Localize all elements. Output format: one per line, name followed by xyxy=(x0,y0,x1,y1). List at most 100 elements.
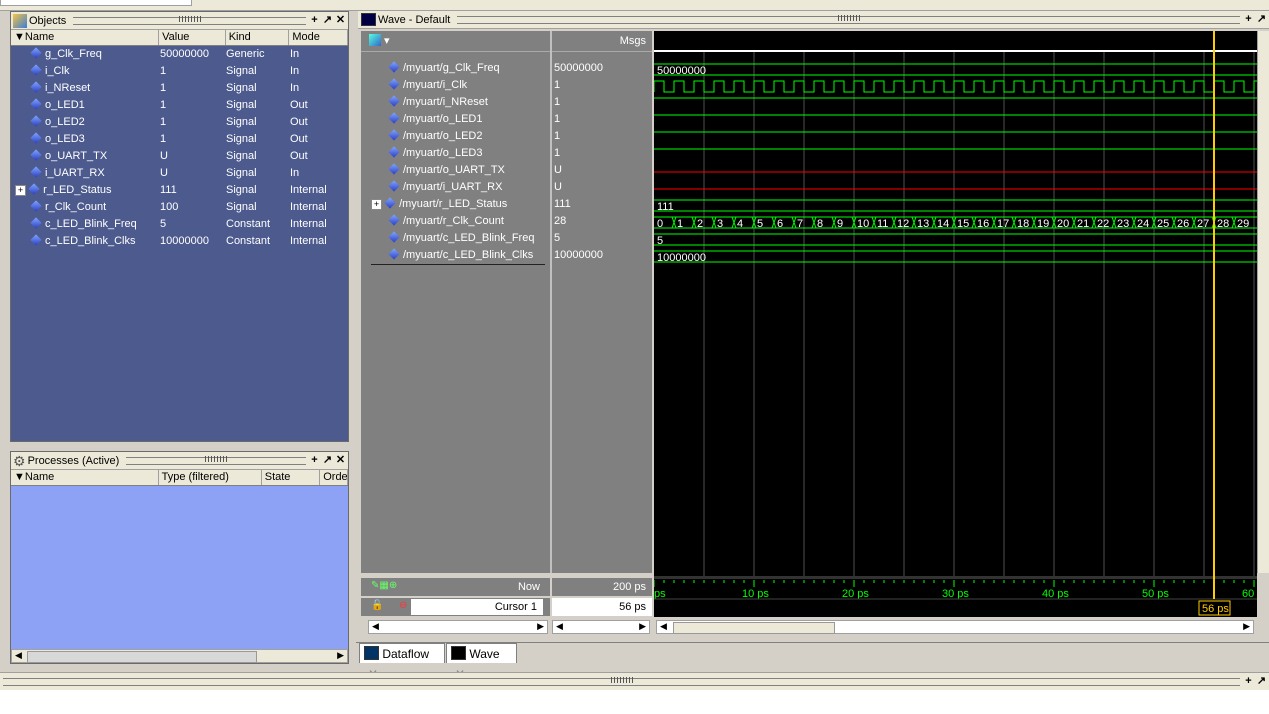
dock-icon[interactable]: + xyxy=(309,15,320,26)
scroll-left-icon[interactable]: ◀ xyxy=(556,621,563,632)
object-row[interactable]: o_LED2 1 Signal Out xyxy=(11,114,348,131)
wave-signal-row[interactable]: /myuart/c_LED_Blink_Clks xyxy=(361,247,550,264)
signal-icon xyxy=(388,95,400,107)
r-clk-count-label: 23 xyxy=(1117,218,1129,230)
dock-icon[interactable]: + xyxy=(1243,14,1254,25)
signal-icon xyxy=(388,112,400,124)
r-clk-count-label: 0 xyxy=(657,218,663,230)
output-signal-icon xyxy=(30,115,42,127)
signal-icon xyxy=(388,78,400,90)
close-icon[interactable]: ✕ xyxy=(335,15,346,26)
scroll-right-icon[interactable]: ▶ xyxy=(1243,621,1250,632)
wave-signal-row[interactable]: /myuart/o_UART_TX xyxy=(361,162,550,179)
tab-dataflow[interactable]: Dataflow ✕ xyxy=(359,643,445,681)
col-name[interactable]: ▼Name xyxy=(11,470,159,485)
wave-toolbar-menu[interactable]: ▾ xyxy=(361,31,550,52)
object-row[interactable]: i_Clk 1 Signal In xyxy=(11,63,348,80)
objects-pane: Objects + ↗ ✕ ▼Name Value Kind Mode g_Cl… xyxy=(10,11,349,442)
scroll-right-icon[interactable]: ▶ xyxy=(639,621,646,632)
r-clk-count-label: 21 xyxy=(1077,218,1089,230)
names-hscrollbar[interactable]: ◀ ▶ xyxy=(368,620,548,634)
remove-cursor-icon[interactable]: ⊖ xyxy=(399,600,407,611)
dataflow-icon xyxy=(364,646,379,660)
wave-vscrollbar[interactable] xyxy=(1257,31,1269,573)
wave-signal-row[interactable]: /myuart/i_Clk xyxy=(361,77,550,94)
expand-icon[interactable]: + xyxy=(371,199,382,210)
wave-signal-row[interactable]: /myuart/i_NReset xyxy=(361,94,550,111)
object-row[interactable]: i_UART_RX U Signal In xyxy=(11,165,348,182)
col-kind[interactable]: Kind xyxy=(226,30,290,45)
close-icon[interactable]: ✕ xyxy=(335,455,346,466)
cursor-name[interactable]: Cursor 1 xyxy=(411,599,543,615)
col-mode[interactable]: Mode xyxy=(289,30,348,45)
col-order[interactable]: Orde xyxy=(320,470,348,485)
processes-hscrollbar[interactable]: ◀ ▶ xyxy=(11,649,348,663)
signal-icon xyxy=(388,231,400,243)
expand-icon[interactable]: + xyxy=(15,185,26,196)
object-row[interactable]: o_LED3 1 Signal Out xyxy=(11,131,348,148)
waveform-canvas[interactable]: 500000001110 1 2 3 4 5 6 7 8 9 10 11 12 13 14 15 16 17 18 1… xyxy=(654,31,1257,617)
wave-insert-marker xyxy=(371,264,545,265)
r-clk-count-label: 3 xyxy=(717,218,723,230)
objects-icon xyxy=(13,13,27,28)
time-tick-label: 60 xyxy=(1242,588,1254,600)
dock-icon[interactable]: + xyxy=(309,455,320,466)
lock-icon[interactable]: 🔓 xyxy=(371,600,383,611)
wave-signal-row[interactable]: /myuart/o_LED2 xyxy=(361,128,550,145)
object-row[interactable]: + r_LED_Status 111 Signal Internal xyxy=(11,182,348,199)
time-tick-label: 40 ps xyxy=(1042,588,1069,600)
objects-drag-handle[interactable] xyxy=(73,15,306,25)
r-clk-count-label: 29 xyxy=(1237,218,1249,230)
wave-signal-row[interactable]: /myuart/o_LED1 xyxy=(361,111,550,128)
wave-signal-row[interactable]: /myuart/c_LED_Blink_Freq xyxy=(361,230,550,247)
input-signal-icon xyxy=(30,64,42,76)
zoom-icons[interactable]: ✎▦⊕ xyxy=(371,580,397,591)
values-hscrollbar[interactable]: ◀ ▶ xyxy=(552,620,650,634)
tab-wave[interactable]: Wave ✕ xyxy=(446,643,517,681)
col-type[interactable]: Type (filtered) xyxy=(159,470,262,485)
object-row[interactable]: c_LED_Blink_Freq 5 Constant Internal xyxy=(11,216,348,233)
scroll-left-icon[interactable]: ◀ xyxy=(660,621,667,632)
time-tick-label: 20 ps xyxy=(842,588,869,600)
undock-icon[interactable]: ↗ xyxy=(322,15,333,26)
scroll-thumb[interactable] xyxy=(27,651,257,663)
wave-signal-row[interactable]: /myuart/r_Clk_Count xyxy=(361,213,550,230)
wave-titlebar: Wave - Default + ↗ xyxy=(358,11,1269,29)
col-name[interactable]: ▼Name xyxy=(11,30,160,45)
cursor-marker-label: 56 ps xyxy=(1202,603,1229,615)
r-led-status-trace-label: 111 xyxy=(657,201,674,213)
r-clk-count-label: 11 xyxy=(877,218,888,230)
object-row[interactable]: i_NReset 1 Signal In xyxy=(11,80,348,97)
object-row[interactable]: o_LED1 1 Signal Out xyxy=(11,97,348,114)
dock-icon[interactable]: + xyxy=(1243,676,1254,687)
output-signal-icon xyxy=(30,132,42,144)
output-signal-icon xyxy=(30,98,42,110)
undock-icon[interactable]: ↗ xyxy=(322,455,333,466)
col-value[interactable]: Value xyxy=(159,30,226,45)
wave-header-line xyxy=(654,50,1257,52)
r-clk-count-label: 7 xyxy=(797,218,803,230)
object-row[interactable]: o_UART_TX U Signal Out xyxy=(11,148,348,165)
scroll-right-icon[interactable]: ▶ xyxy=(537,621,544,632)
wave-value-list: 50000000 1 1 1 1 1 U U 111 28 5 10000000 xyxy=(552,60,652,264)
wave-signal-row[interactable]: /myuart/g_Clk_Freq xyxy=(361,60,550,77)
wave-signal-row[interactable]: /myuart/i_UART_RX xyxy=(361,179,550,196)
r-clk-count-label: 28 xyxy=(1217,218,1229,230)
wave-hscrollbar[interactable]: ◀ ▶ xyxy=(656,620,1254,634)
object-row[interactable]: c_LED_Blink_Clks 10000000 Constant Internal xyxy=(11,233,348,250)
scroll-left-icon[interactable]: ◀ xyxy=(15,650,22,661)
bottom-pane-titlebar[interactable]: + ↗ xyxy=(0,672,1269,690)
col-state[interactable]: State xyxy=(262,470,321,485)
undock-icon[interactable]: ↗ xyxy=(1256,14,1267,25)
object-row[interactable]: r_Clk_Count 100 Signal Internal xyxy=(11,199,348,216)
wave-drag-handle[interactable] xyxy=(457,14,1240,24)
undock-icon[interactable]: ↗ xyxy=(1256,676,1267,687)
scroll-thumb[interactable] xyxy=(673,622,835,634)
scroll-right-icon[interactable]: ▶ xyxy=(337,650,344,661)
wave-signal-row[interactable]: /myuart/o_LED3 xyxy=(361,145,550,162)
processes-drag-handle[interactable] xyxy=(126,455,306,465)
wave-signal-names: ▾ /myuart/g_Clk_Freq/myuart/i_Clk/myuart… xyxy=(361,31,550,573)
scroll-left-icon[interactable]: ◀ xyxy=(372,621,379,632)
wave-signal-row[interactable]: + /myuart/r_LED_Status xyxy=(361,196,550,213)
object-row[interactable]: g_Clk_Freq 50000000 Generic In xyxy=(11,46,348,63)
